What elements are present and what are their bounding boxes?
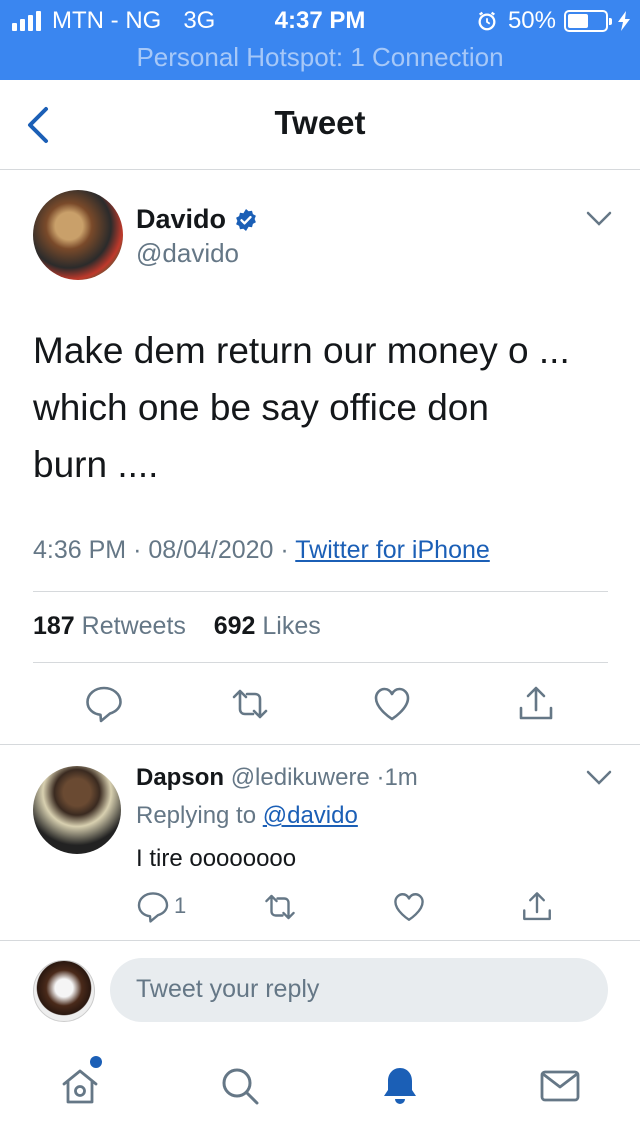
chevron-down-icon[interactable]	[586, 211, 612, 227]
meta-separator: ·	[133, 536, 149, 564]
share-icon[interactable]	[520, 890, 554, 924]
search-icon[interactable]	[218, 1064, 262, 1108]
like-icon[interactable]	[372, 684, 412, 724]
author-handle[interactable]: @davido	[136, 238, 239, 269]
reply-author-handle[interactable]: @ledikuwere	[231, 764, 370, 791]
tweet-date: 08/04/2020	[148, 536, 274, 564]
retweet-icon[interactable]	[230, 684, 270, 724]
tweet-meta: 4:36 PM · 08/04/2020 · Twitter for iPhon…	[33, 536, 490, 565]
retweet-count[interactable]: 187	[33, 612, 75, 640]
charging-icon	[618, 11, 630, 31]
likes-label[interactable]: Likes	[262, 612, 320, 640]
retweet-icon[interactable]	[263, 890, 297, 924]
alarm-icon	[478, 11, 496, 31]
chevron-down-icon[interactable]	[586, 770, 612, 786]
divider	[0, 940, 640, 941]
battery-percent: 50%	[507, 7, 556, 34]
reply-icon[interactable]	[136, 890, 170, 924]
tweet-text: Make dem return our money o ... which on…	[33, 322, 613, 493]
reply-text: I tire oooooooo	[136, 845, 297, 872]
replying-to-label: Replying to	[136, 802, 257, 829]
verified-badge-icon	[236, 208, 256, 231]
author-name-label: Davido	[136, 204, 227, 234]
battery-icon	[564, 10, 612, 32]
my-avatar[interactable]	[33, 960, 95, 1022]
page-title: Tweet	[274, 104, 366, 141]
status-bar: MTN - NG 3G 4:37 PM 50% Personal Hotspot…	[0, 0, 640, 80]
notifications-icon[interactable]	[378, 1064, 422, 1108]
tweet-text-line: Make dem return our money o ...	[33, 330, 570, 371]
replying-to: Replying to @davido	[136, 802, 358, 830]
home-icon[interactable]	[58, 1064, 102, 1108]
author-avatar[interactable]	[33, 190, 123, 280]
author-name[interactable]: Davido	[136, 204, 258, 235]
reply-author-avatar[interactable]	[33, 766, 121, 854]
reply-input-placeholder: Tweet your reply	[136, 975, 320, 1003]
reply-author-name[interactable]: Dapson	[136, 764, 224, 791]
divider	[33, 591, 608, 592]
reply-icon[interactable]	[84, 684, 124, 724]
tweet-source-link[interactable]: Twitter for iPhone	[295, 536, 490, 564]
hotspot-banner[interactable]: Personal Hotspot: 1 Connection	[0, 42, 640, 73]
like-icon[interactable]	[392, 890, 426, 924]
replying-to-handle[interactable]: @davido	[263, 802, 358, 829]
like-count[interactable]: 692	[214, 612, 256, 640]
messages-icon[interactable]	[538, 1064, 582, 1108]
reply-header: Dapson @ledikuwere ·1m	[136, 764, 418, 792]
reply-count: 1	[174, 893, 187, 918]
reply-age: 1m	[384, 764, 418, 791]
divider	[0, 744, 640, 745]
tweet-time: 4:36 PM	[33, 536, 127, 564]
share-icon[interactable]	[516, 684, 556, 724]
retweets-label[interactable]: Retweets	[82, 612, 186, 640]
tweet-stats: 187 Retweets 692 Likes	[33, 612, 321, 641]
meta-separator: ·	[280, 536, 296, 564]
divider	[33, 662, 608, 663]
tweet-text-line: which one be say office don	[33, 387, 489, 428]
notification-dot	[90, 1056, 102, 1068]
nav-bar: Tweet	[0, 80, 640, 170]
reply-input[interactable]: Tweet your reply	[110, 958, 608, 1022]
tweet-text-line: burn ....	[33, 444, 159, 485]
